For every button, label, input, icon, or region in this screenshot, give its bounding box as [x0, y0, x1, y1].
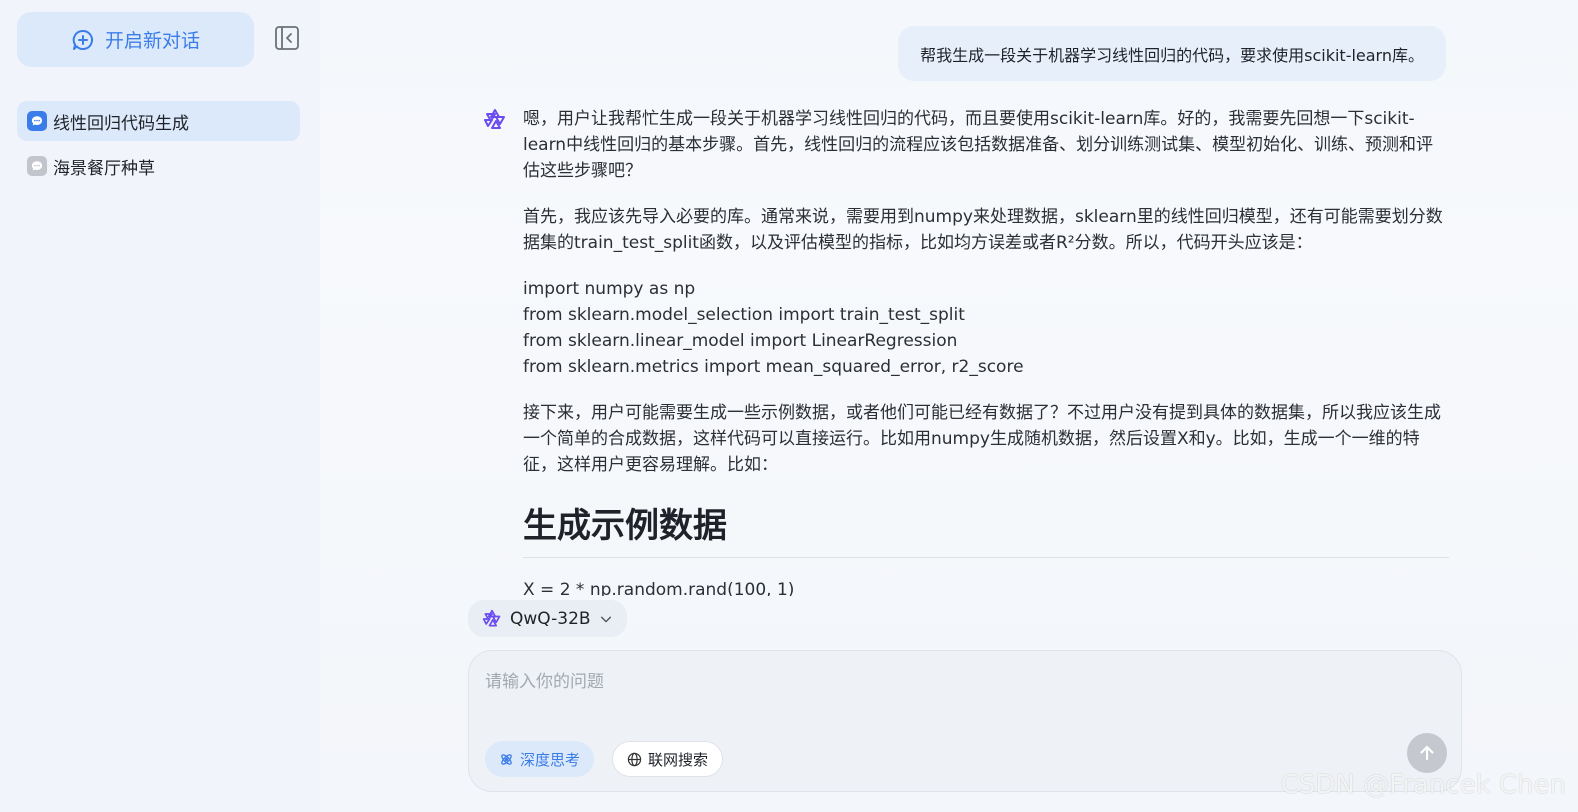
globe-icon — [627, 752, 642, 766]
assistant-paragraph: 接下来，用户可能需要生成一些示例数据，或者他们可能已经有数据了？不过用户没有提到… — [523, 403, 1441, 475]
web-search-label: 联网搜索 — [648, 750, 709, 769]
question-input[interactable] — [485, 667, 1385, 697]
code-line: from sklearn.model_selection import trai… — [523, 305, 965, 325]
chat-bubble-icon — [27, 111, 47, 131]
chevron-down-icon — [600, 616, 611, 622]
conversation-item[interactable]: 海景餐厅种草 — [17, 146, 300, 186]
qwen-logo-icon — [484, 109, 505, 129]
conversation-list: 线性回归代码生成 海景餐厅种草 — [17, 101, 300, 191]
collapse-sidebar-button[interactable] — [274, 25, 300, 51]
assistant-paragraph: 嗯，用户让我帮忙生成一段关于机器学习线性回归的代码，而且要使用scikit-le… — [523, 109, 1434, 181]
sidebar-collapse-icon — [275, 26, 299, 50]
deep-think-toggle[interactable]: 深度思考 — [485, 741, 595, 777]
user-message-bubble: 帮我生成一段关于机器学习线性回归的代码，要求使用scikit-learn库。 — [898, 26, 1446, 81]
code-line: from sklearn.linear_model import LinearR… — [523, 331, 958, 351]
assistant-trailing-text: X = 2 * np.random.rand(100, 1) — [523, 580, 795, 596]
chat-bubble-icon — [27, 156, 47, 176]
conversation-item-active[interactable]: 线性回归代码生成 — [17, 101, 300, 141]
watermark: CSDN @Francek Chen — [1280, 770, 1566, 800]
send-button[interactable] — [1407, 733, 1447, 773]
assistant-message: 嗯，用户让我帮忙生成一段关于机器学习线性回归的代码，而且要使用scikit-le… — [483, 106, 1450, 596]
conversation-label: 线性回归代码生成 — [53, 113, 189, 134]
deep-think-label: 深度思考 — [520, 750, 581, 769]
code-line: import numpy as np — [523, 279, 696, 299]
code-line: from sklearn.metrics import mean_squared… — [523, 357, 1024, 377]
arrow-up-icon — [1420, 745, 1434, 761]
assistant-message-body: 嗯，用户让我帮忙生成一段关于机器学习线性回归的代码，而且要使用scikit-le… — [523, 106, 1449, 596]
assistant-paragraph: 首先，我应该先导入必要的库。通常来说，需要用到numpy来处理数据，sklear… — [523, 207, 1443, 253]
model-name: QwQ-32B — [510, 608, 591, 629]
model-selector[interactable]: QwQ-32B — [468, 600, 627, 637]
new-chat-label: 开启新对话 — [104, 30, 200, 52]
chat-main: 帮我生成一段关于机器学习线性回归的代码，要求使用scikit-learn库。 嗯… — [320, 0, 1578, 812]
new-chat-button[interactable]: 开启新对话 — [17, 12, 254, 67]
sidebar: 开启新对话 线性回归代码生成 海景餐厅种草 — [0, 0, 320, 812]
chat-plus-icon — [72, 29, 94, 50]
web-search-toggle[interactable]: 联网搜索 — [612, 741, 724, 777]
assistant-heading: 生成示例数据 — [523, 498, 1449, 558]
qwen-logo-icon — [482, 609, 501, 626]
code-snippet: import numpy as np from sklearn.model_se… — [523, 276, 1449, 380]
user-message-text: 帮我生成一段关于机器学习线性回归的代码，要求使用scikit-learn库。 — [920, 45, 1424, 65]
atom-icon — [501, 753, 512, 765]
conversation-label: 海景餐厅种草 — [53, 158, 155, 179]
